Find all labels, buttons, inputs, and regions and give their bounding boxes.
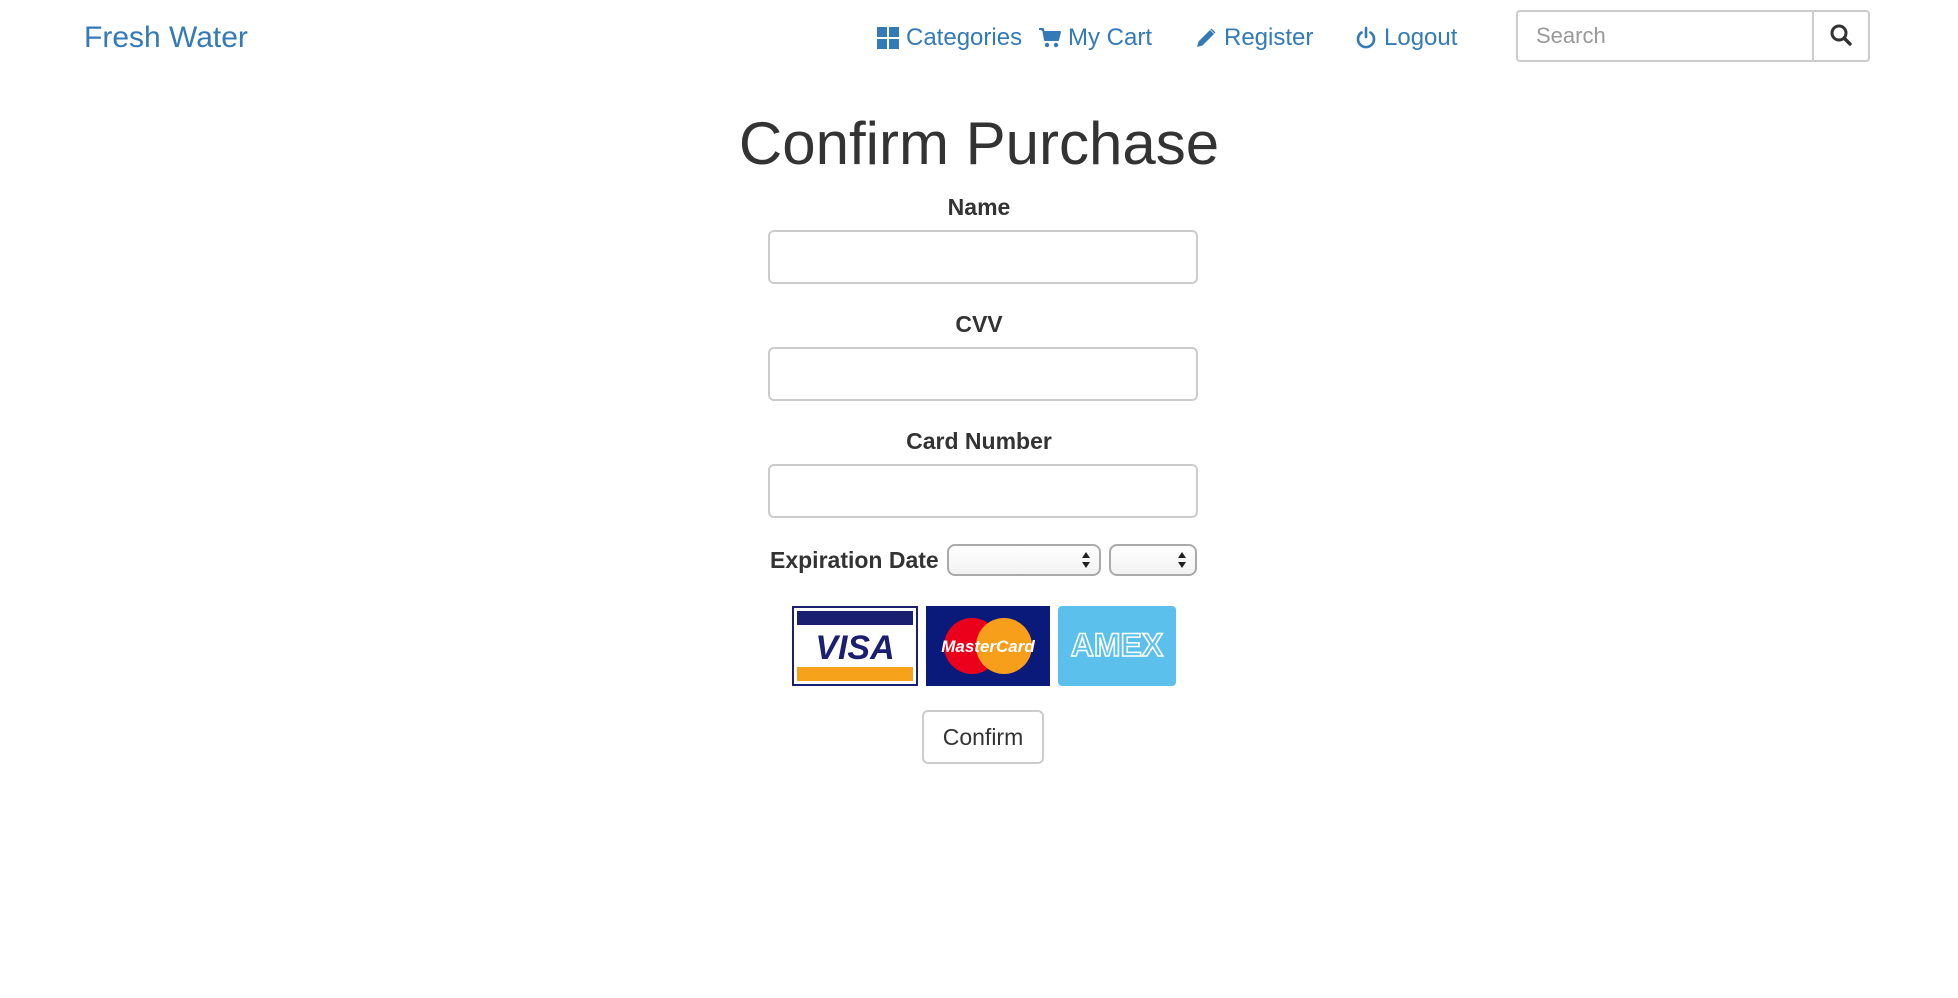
search-form: [1516, 10, 1870, 62]
visa-card-icon[interactable]: VISA: [792, 606, 918, 686]
search-icon: [1829, 23, 1853, 50]
select-arrows-icon: [1081, 549, 1091, 571]
nav-my-cart[interactable]: My Cart: [1038, 20, 1152, 56]
cvv-label: CVV: [955, 311, 1003, 337]
amex-text: AMEX: [1071, 627, 1164, 663]
search-input[interactable]: [1516, 10, 1812, 62]
visa-text: VISA: [815, 629, 894, 667]
select-arrows-icon: [1177, 549, 1187, 571]
nav-register-label: Register: [1224, 24, 1314, 51]
card-logos: VISA MasterCard AMEX: [792, 606, 1184, 686]
mastercard-card-icon[interactable]: MasterCard: [926, 606, 1050, 686]
page-title: Confirm Purchase: [738, 110, 1220, 177]
power-icon: [1354, 26, 1378, 50]
name-label: Name: [947, 194, 1011, 220]
cvv-field[interactable]: [768, 347, 1198, 401]
expiration-month-select[interactable]: [946, 544, 1101, 576]
navbar: Fresh Water Categories My Cart Register …: [0, 0, 1958, 76]
brand-link[interactable]: Fresh Water: [84, 18, 248, 58]
cart-icon: [1038, 26, 1062, 50]
expiration-year-select[interactable]: [1108, 544, 1197, 576]
expiration-row: Expiration Date: [770, 544, 1205, 576]
amex-card-icon[interactable]: AMEX: [1058, 606, 1176, 686]
nav-logout-label: Logout: [1384, 24, 1458, 51]
search-button[interactable]: [1812, 10, 1870, 62]
grid-icon: [876, 26, 900, 50]
card-number-label: Card Number: [906, 428, 1052, 454]
nav-categories[interactable]: Categories: [876, 20, 1022, 56]
nav-categories-label: Categories: [906, 24, 1023, 51]
nav-register[interactable]: Register: [1194, 20, 1313, 56]
pencil-icon: [1194, 26, 1218, 50]
nav-my-cart-label: My Cart: [1068, 24, 1152, 51]
name-field[interactable]: [768, 230, 1198, 284]
expiration-label: Expiration Date: [770, 546, 939, 573]
nav-logout[interactable]: Logout: [1354, 20, 1457, 56]
card-number-field[interactable]: [768, 464, 1198, 518]
mastercard-text: MasterCard: [941, 637, 1035, 656]
confirm-button[interactable]: Confirm: [922, 710, 1044, 764]
